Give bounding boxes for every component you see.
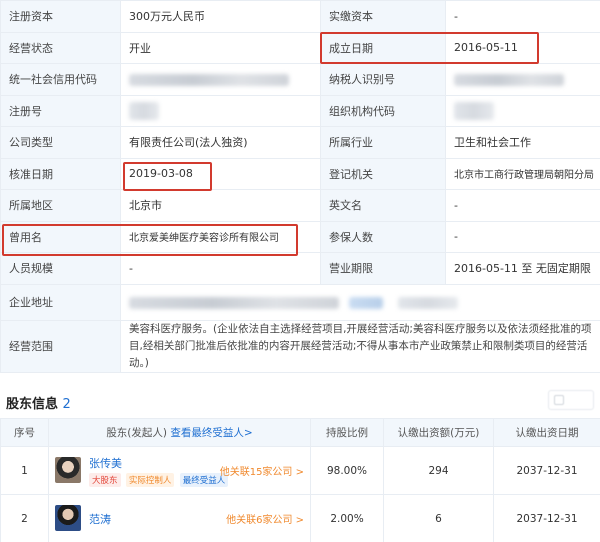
info-row: 曾用名 北京爱美绅医疗美容诊所有限公司 参保人数 - xyxy=(0,220,600,253)
related-companies-link[interactable]: 他关联6家公司 > xyxy=(226,511,304,526)
holder-tags: 大股东 实际控制人 最终受益人 xyxy=(89,472,230,487)
info-row: 所属地区 北京市 英文名 - xyxy=(0,189,600,222)
value-founded-date: 2016-05-11 xyxy=(445,31,600,64)
shareholder-section-header: 股东信息 2 xyxy=(0,384,600,418)
holder-name-link[interactable]: 张传美 xyxy=(89,455,122,471)
value-region: 北京市 xyxy=(120,189,321,222)
info-row: 注册资本 300万元人民币 实缴资本 - xyxy=(0,0,600,33)
shareholder-section-title: 股东信息 2 xyxy=(6,397,71,412)
label-taxpayer-id: 纳税人识别号 xyxy=(320,63,446,96)
ratio-value: 2.00% xyxy=(310,494,384,542)
avatar[interactable] xyxy=(55,504,81,531)
label-former-name: 曾用名 xyxy=(0,220,121,253)
amount-value: 6 xyxy=(383,494,494,542)
info-row: 注册号 组织机构代码 xyxy=(0,94,600,127)
shareholder-count: 2 xyxy=(62,397,71,412)
company-info-table: 注册资本 300万元人民币 实缴资本 - 经营状态 开业 成立日期 2016-0… xyxy=(0,0,600,373)
value-registration-no-redacted xyxy=(120,94,321,127)
holder-cell: 范涛 他关联6家公司 > xyxy=(48,494,311,542)
info-row: 公司类型 有限责任公司(法人独资) 所属行业 卫生和社会工作 xyxy=(0,126,600,159)
label-address: 企业地址 xyxy=(0,283,121,321)
related-companies-link[interactable]: 他关联15家公司 > xyxy=(220,463,304,478)
amount-value: 294 xyxy=(383,446,494,495)
info-row: 统一社会信用代码 纳税人识别号 xyxy=(0,63,600,96)
column-index: 序号 xyxy=(0,418,49,447)
value-staff-size: - xyxy=(120,252,321,285)
value-paid-capital: - xyxy=(445,0,600,33)
export-icon xyxy=(554,395,564,405)
table-row: 2 范涛 他关联6家公司 > 2.00% 6 2037-12-31 xyxy=(0,494,600,542)
ratio-value: 98.00% xyxy=(310,446,384,495)
tag-major-shareholder: 大股东 xyxy=(89,472,121,487)
label-registration-authority: 登记机关 xyxy=(320,157,446,190)
info-row: 经营状态 开业 成立日期 2016-05-11 xyxy=(0,31,600,64)
label-registered-capital: 注册资本 xyxy=(0,0,121,33)
shareholder-header-row: 序号 股东(发起人) 查看最终受益人> 持股比例 认缴出资额(万元) 认缴出资日… xyxy=(0,418,600,447)
column-ratio: 持股比例 xyxy=(310,418,384,447)
value-registered-capital: 300万元人民币 xyxy=(120,0,321,33)
column-amount: 认缴出资额(万元) xyxy=(383,418,494,447)
label-approval-date: 核准日期 xyxy=(0,157,121,190)
row-index: 1 xyxy=(0,446,49,495)
label-business-scope: 经营范围 xyxy=(0,319,121,373)
info-row: 核准日期 2019-03-08 登记机关 北京市工商行政管理局朝阳分局 xyxy=(0,157,600,190)
value-approval-date: 2019-03-08 xyxy=(120,157,321,190)
view-beneficiary-link[interactable]: 查看最终受益人> xyxy=(170,427,252,439)
column-date: 认缴出资日期 xyxy=(493,418,600,447)
date-value: 2037-12-31 xyxy=(493,494,600,542)
tag-actual-controller: 实际控制人 xyxy=(125,472,175,487)
table-row: 1 张传美 大股东 实际控制人 最终受益人 他关联15家公司 > 98.00% … xyxy=(0,446,600,495)
value-status: 开业 xyxy=(120,31,321,64)
value-business-term: 2016-05-11 至 无固定期限 xyxy=(445,252,600,285)
shareholder-table: 序号 股东(发起人) 查看最终受益人> 持股比例 认缴出资额(万元) 认缴出资日… xyxy=(0,418,600,542)
value-org-code-redacted xyxy=(445,94,600,127)
value-credit-code-redacted xyxy=(120,63,321,96)
business-scope-text: 美容科医疗服务。(企业依法自主选择经营项目,开展经营活动;美容科医疗服务以及依法… xyxy=(129,322,592,369)
label-credit-code: 统一社会信用代码 xyxy=(0,63,121,96)
label-org-code: 组织机构代码 xyxy=(320,94,446,127)
value-business-scope: 美容科医疗服务。(企业依法自主选择经营项目,开展经营活动;美容科医疗服务以及依法… xyxy=(120,319,600,373)
label-region: 所属地区 xyxy=(0,189,121,222)
holder-cell: 张传美 大股东 实际控制人 最终受益人 他关联15家公司 > xyxy=(48,446,311,495)
label-company-type: 公司类型 xyxy=(0,126,121,159)
label-insured-count: 参保人数 xyxy=(320,220,446,253)
value-industry: 卫生和社会工作 xyxy=(445,126,600,159)
holder-name-link[interactable]: 范涛 xyxy=(89,511,111,527)
value-company-type: 有限责任公司(法人独资) xyxy=(120,126,321,159)
value-english-name: - xyxy=(445,189,600,222)
label-registration-no: 注册号 xyxy=(0,94,121,127)
avatar[interactable] xyxy=(55,456,81,483)
label-founded-date: 成立日期 xyxy=(320,31,446,64)
info-row: 经营范围 美容科医疗服务。(企业依法自主选择经营项目,开展经营活动;美容科医疗服… xyxy=(0,319,600,373)
column-holder: 股东(发起人) 查看最终受益人> xyxy=(48,418,311,447)
info-row: 企业地址 xyxy=(0,283,600,321)
value-taxpayer-id-redacted xyxy=(445,63,600,96)
label-paid-capital: 实缴资本 xyxy=(320,0,446,33)
value-former-name: 北京爱美绅医疗美容诊所有限公司 xyxy=(120,220,321,253)
label-english-name: 英文名 xyxy=(320,189,446,222)
date-value: 2037-12-31 xyxy=(493,446,600,495)
row-index: 2 xyxy=(0,494,49,542)
info-row: 人员规模 - 营业期限 2016-05-11 至 无固定期限 xyxy=(0,252,600,285)
value-insured-count: - xyxy=(445,220,600,253)
value-registration-authority: 北京市工商行政管理局朝阳分局 xyxy=(445,157,600,190)
export-button[interactable] xyxy=(548,390,594,410)
label-industry: 所属行业 xyxy=(320,126,446,159)
value-address-redacted xyxy=(120,283,600,321)
label-business-term: 营业期限 xyxy=(320,252,446,285)
label-status: 经营状态 xyxy=(0,31,121,64)
label-staff-size: 人员规模 xyxy=(0,252,121,285)
